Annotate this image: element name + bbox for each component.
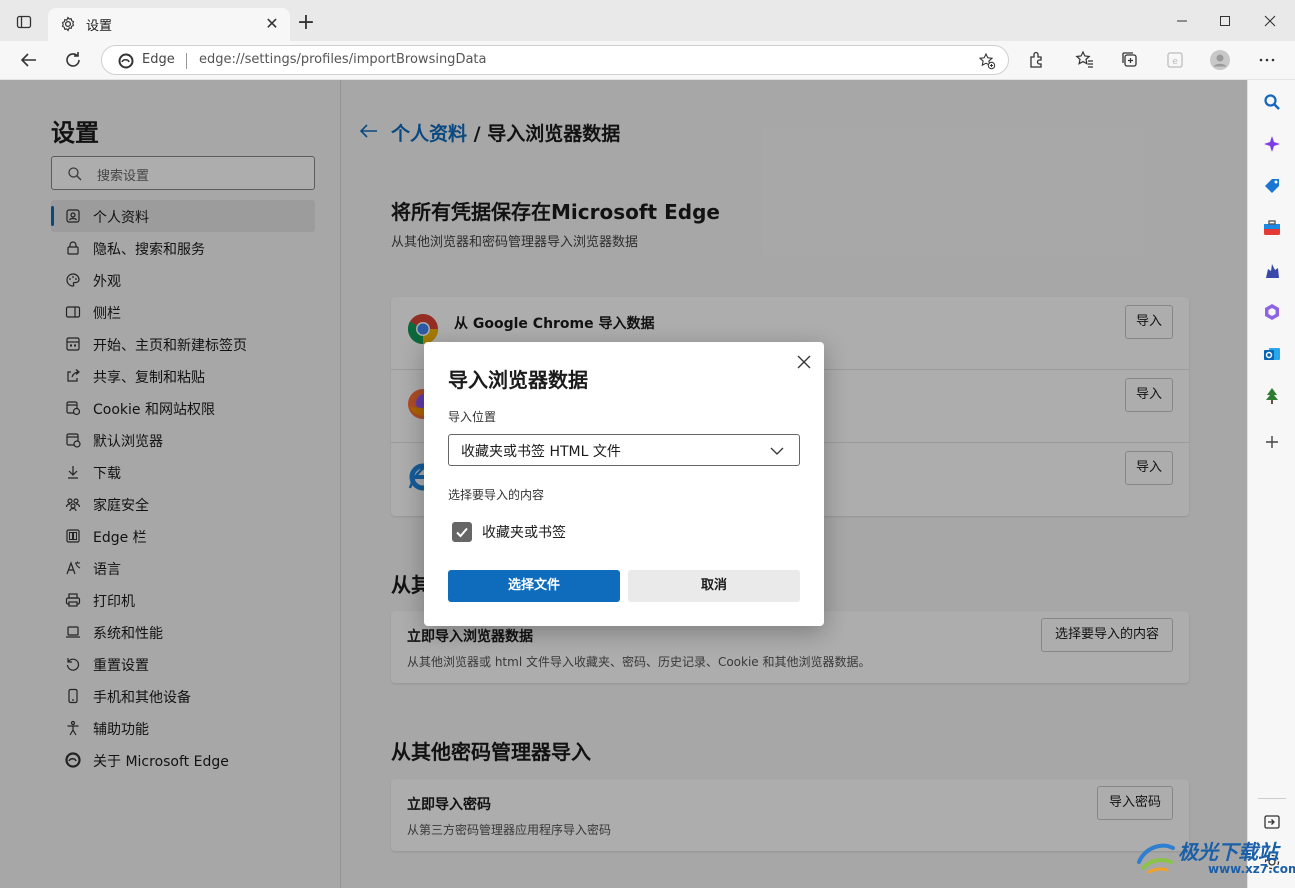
outlook-icon[interactable]	[1262, 344, 1282, 364]
maximize-button[interactable]	[1205, 8, 1245, 34]
address-bar[interactable]: Edge edge://settings/profiles/importBrow…	[101, 45, 1009, 75]
refresh-icon[interactable]	[62, 49, 84, 71]
choose-file-button[interactable]: 选择文件	[448, 570, 620, 602]
close-window-button[interactable]	[1250, 8, 1290, 34]
address-separator	[186, 53, 187, 69]
tab-title: 设置	[86, 19, 113, 34]
close-icon[interactable]	[794, 352, 814, 372]
sidebar-divider	[1258, 798, 1286, 799]
shopping-icon[interactable]	[1262, 176, 1282, 196]
add-favorite-icon[interactable]	[978, 52, 996, 70]
select-value: 收藏夹或书签 HTML 文件	[461, 444, 621, 460]
more-options-icon[interactable]	[1256, 49, 1278, 71]
svg-text:e: e	[1172, 57, 1178, 67]
checkbox-label[interactable]: 收藏夹或书签	[482, 522, 566, 542]
tab-actions-icon[interactable]	[16, 14, 32, 30]
watermark: 极光下载站 www.xz7.com	[1133, 832, 1295, 882]
import-dialog: 导入浏览器数据 导入位置 收藏夹或书签 HTML 文件 选择要导入的内容 收藏夹…	[424, 342, 824, 626]
chevron-down-icon	[769, 444, 785, 458]
add-icon[interactable]	[1262, 432, 1282, 452]
edge-logo-icon	[118, 53, 134, 69]
tab-close-icon[interactable]: ✕	[262, 14, 282, 34]
watermark-text: 极光下载站	[1178, 840, 1278, 864]
tab-settings[interactable]: 设置 ✕	[48, 8, 290, 41]
import-location-select[interactable]: 收藏夹或书签 HTML 文件	[448, 434, 800, 466]
discover-icon[interactable]	[1262, 134, 1282, 154]
tools-icon[interactable]	[1262, 218, 1282, 238]
import-location-label: 导入位置	[448, 410, 497, 424]
new-tab-button[interactable]: +	[294, 12, 318, 36]
drop-tree-icon[interactable]	[1262, 386, 1282, 406]
hide-sidebar-icon[interactable]	[1262, 812, 1282, 832]
collections-icon[interactable]	[1119, 49, 1141, 71]
gear-icon	[60, 16, 76, 32]
cancel-button[interactable]: 取消	[628, 570, 800, 602]
address-source-label: Edge	[142, 52, 175, 67]
address-url[interactable]: edge://settings/profiles/importBrowsingD…	[199, 52, 486, 67]
search-icon[interactable]	[1262, 92, 1282, 112]
dialog-title: 导入浏览器数据	[448, 368, 588, 392]
edge-sidebar	[1247, 80, 1295, 888]
back-arrow-icon[interactable]	[18, 49, 40, 71]
ie-mode-icon[interactable]: e	[1164, 49, 1186, 71]
favorites-icon[interactable]	[1074, 49, 1096, 71]
minimize-button[interactable]	[1162, 8, 1202, 34]
import-content-label: 选择要导入的内容	[448, 488, 545, 502]
watermark-logo-icon	[1135, 836, 1177, 878]
microsoft-365-icon[interactable]	[1262, 302, 1282, 322]
extensions-icon[interactable]	[1026, 49, 1048, 71]
watermark-url: www.xz7.com	[1208, 862, 1295, 876]
navigation-bar: Edge edge://settings/profiles/importBrow…	[0, 41, 1295, 80]
games-icon[interactable]	[1262, 260, 1282, 280]
avatar[interactable]	[1209, 49, 1231, 71]
favorites-checkbox[interactable]	[452, 522, 472, 542]
title-bar: 设置 ✕ +	[0, 0, 1295, 41]
